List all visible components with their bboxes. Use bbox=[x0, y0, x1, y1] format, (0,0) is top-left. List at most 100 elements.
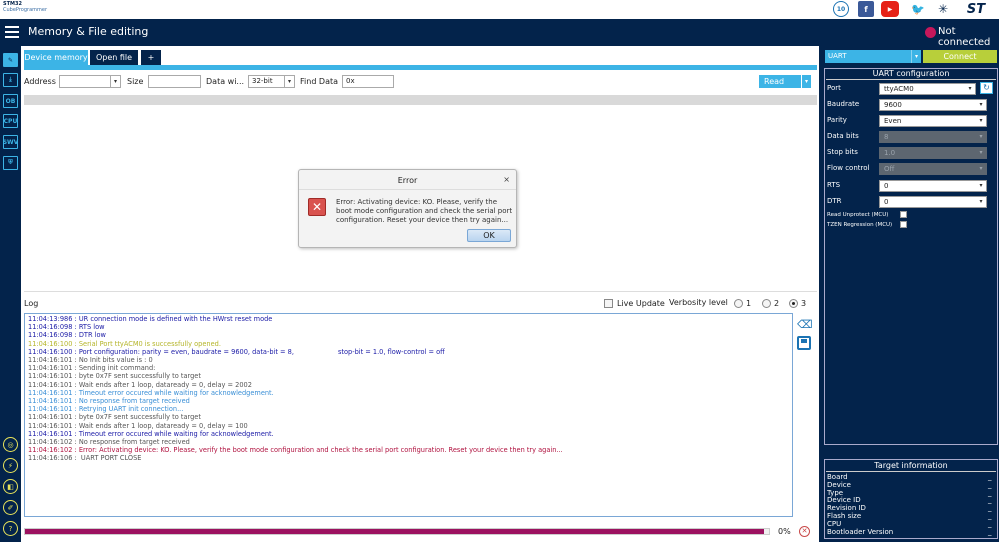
target-info-label: Flash size bbox=[827, 512, 862, 520]
uart-field-value: Off bbox=[884, 165, 895, 173]
find-data-label: Find Data bbox=[300, 77, 339, 86]
chevron-down-icon[interactable]: ▾ bbox=[976, 116, 986, 126]
uart-field-label: DTR bbox=[827, 197, 842, 205]
verbosity-radio-3[interactable] bbox=[789, 299, 798, 308]
network-icon[interactable]: ✳ bbox=[935, 1, 951, 17]
cpu-icon[interactable]: CPU bbox=[3, 114, 18, 128]
log-console[interactable]: 11:04:13:986 : UR connection mode is def… bbox=[24, 313, 793, 517]
youtube-icon[interactable]: ▶ bbox=[881, 1, 899, 17]
target-info-value: _ bbox=[988, 496, 992, 505]
uart-field-value: 8 bbox=[884, 133, 889, 141]
log-line: 11:04:16:098 : RTS low bbox=[28, 323, 105, 332]
memory-table-header bbox=[24, 95, 817, 105]
tab-add-button[interactable]: + bbox=[141, 50, 161, 65]
dialog-separator bbox=[299, 189, 516, 190]
ok-button[interactable]: OK bbox=[467, 229, 511, 242]
tzen-regression-checkbox[interactable] bbox=[900, 221, 907, 228]
log-line: 11:04:16:101 : No response from target r… bbox=[28, 397, 190, 406]
refresh-ports-icon[interactable]: ↻ bbox=[980, 82, 993, 94]
hamburger-menu-icon[interactable] bbox=[5, 26, 19, 38]
clear-log-icon[interactable]: ⌫ bbox=[797, 318, 813, 331]
cancel-icon[interactable]: ✕ bbox=[799, 526, 810, 537]
tab-device-memory[interactable]: Device memory bbox=[24, 50, 88, 65]
target-information-title: Target information bbox=[874, 461, 948, 470]
data-width-select[interactable]: 32-bit ▾ bbox=[248, 75, 295, 88]
verbosity-label: Verbosity level bbox=[669, 298, 728, 307]
chevron-down-icon[interactable]: ▾ bbox=[284, 76, 294, 87]
log-title: Log bbox=[24, 299, 39, 308]
verbosity-radio-2[interactable] bbox=[762, 299, 771, 308]
save-log-icon[interactable] bbox=[797, 336, 811, 350]
chevron-down-icon[interactable]: ▾ bbox=[911, 50, 921, 63]
target-title-divider bbox=[826, 471, 996, 472]
target-info-value: _ bbox=[988, 512, 992, 520]
st-logo-icon[interactable]: ST bbox=[959, 1, 993, 17]
help-icon[interactable]: ? bbox=[3, 521, 18, 536]
address-combo[interactable]: ▾ bbox=[59, 75, 121, 88]
target-info-label: Device bbox=[827, 480, 851, 489]
live-update-checkbox[interactable] bbox=[604, 299, 613, 308]
log-line: 11:04:16:101 : byte 0x7F sent successful… bbox=[28, 372, 201, 381]
log-line: 11:04:16:100 : Port configuration: parit… bbox=[28, 347, 445, 356]
log-line: 11:04:16:101 : byte 0x7F sent successful… bbox=[28, 413, 201, 422]
log-line: 11:04:16:102 : No response from target r… bbox=[28, 438, 190, 447]
target-info-label: Board bbox=[827, 473, 848, 481]
verbosity-radio-1[interactable] bbox=[734, 299, 743, 308]
uart-field-label: Baudrate bbox=[827, 100, 860, 108]
log-line: 11:04:16:098 : DTR low bbox=[28, 331, 106, 340]
size-input[interactable] bbox=[148, 75, 201, 88]
uart-port-select[interactable]: ttyACM0 ▾ bbox=[879, 83, 976, 95]
read-unprotect-checkbox[interactable] bbox=[900, 211, 907, 218]
log-line: 11:04:16:101 : Retrying UART init connec… bbox=[28, 405, 184, 414]
find-data-input[interactable]: 0x bbox=[342, 75, 394, 88]
download-icon[interactable]: ⤓ bbox=[3, 73, 18, 87]
chevron-down-icon[interactable]: ▾ bbox=[801, 75, 811, 88]
connection-status-dot bbox=[925, 27, 936, 38]
read-button[interactable]: Read ▾ bbox=[759, 75, 811, 88]
verbosity-option-1: 1 bbox=[746, 299, 752, 308]
twitter-icon[interactable]: 🐦 bbox=[910, 1, 926, 17]
chevron-down-icon[interactable]: ▾ bbox=[965, 84, 975, 94]
memory-toolbar: Address ▾ Size Data wi... 32-bit ▾ Find … bbox=[24, 72, 817, 92]
uart-rts-select[interactable]: 0 ▾ bbox=[879, 180, 987, 192]
chevron-down-icon[interactable]: ▾ bbox=[110, 76, 120, 87]
anniversary-icon[interactable]: 10 bbox=[833, 1, 849, 17]
close-icon[interactable]: × bbox=[503, 175, 510, 184]
script-icon[interactable]: ✐ bbox=[3, 500, 18, 515]
uart-parity-select[interactable]: Even ▾ bbox=[879, 115, 987, 127]
data-width-label: Data wi... bbox=[206, 77, 245, 86]
verbosity-option-3: 3 bbox=[801, 299, 807, 308]
uart-configuration-title: UART configuration bbox=[872, 69, 950, 78]
title-bar: Memory & File editing Not connected bbox=[0, 19, 999, 48]
top-brand-bar: STM32 CubeProgrammer 10 f ▶ 🐦 ✳ ST bbox=[0, 0, 999, 19]
interface-select[interactable]: UART ▾ bbox=[825, 50, 921, 63]
log-line: 11:04:16:101 : Wait ends after 1 loop, d… bbox=[28, 380, 252, 389]
log-icon[interactable]: ◧ bbox=[3, 479, 18, 494]
uart-baudrate-select[interactable]: 9600 ▾ bbox=[879, 99, 987, 111]
security-icon[interactable]: ⛨ bbox=[3, 156, 18, 170]
page-title: Memory & File editing bbox=[28, 25, 149, 38]
verbosity-option-2: 2 bbox=[774, 299, 780, 308]
memory-edit-icon[interactable]: ✎ bbox=[3, 53, 18, 67]
external-loader-icon[interactable]: ◎ bbox=[3, 437, 18, 452]
log-line: 11:04:16:101 : Timeout error occured whi… bbox=[28, 388, 274, 397]
chevron-down-icon[interactable]: ▾ bbox=[976, 100, 986, 110]
plugin-icon[interactable]: ⚡ bbox=[3, 458, 18, 473]
error-dialog: Error × ✕ Error: Activating device: KO. … bbox=[298, 169, 517, 248]
uart-dtr-select[interactable]: 0 ▾ bbox=[879, 196, 987, 208]
live-update-label: Live Update bbox=[617, 299, 665, 308]
tab-open-file[interactable]: Open file bbox=[90, 50, 138, 65]
chevron-down-icon[interactable]: ▾ bbox=[976, 197, 986, 207]
tab-underline bbox=[24, 65, 817, 70]
stm32-cubeprogrammer-logo: STM32 CubeProgrammer bbox=[3, 1, 48, 13]
option-bytes-icon[interactable]: OB bbox=[3, 94, 18, 108]
uart-field-label: Stop bits bbox=[827, 148, 858, 156]
swv-icon[interactable]: SWV bbox=[3, 135, 18, 149]
uart-title-divider bbox=[826, 79, 996, 80]
target-info-label: Bootloader Version bbox=[827, 527, 894, 536]
chevron-down-icon[interactable]: ▾ bbox=[976, 181, 986, 191]
uart-field-value: Even bbox=[884, 117, 902, 125]
uart-field-value: 0 bbox=[884, 182, 889, 190]
facebook-icon[interactable]: f bbox=[858, 1, 874, 17]
connect-button[interactable]: Connect bbox=[923, 50, 997, 63]
